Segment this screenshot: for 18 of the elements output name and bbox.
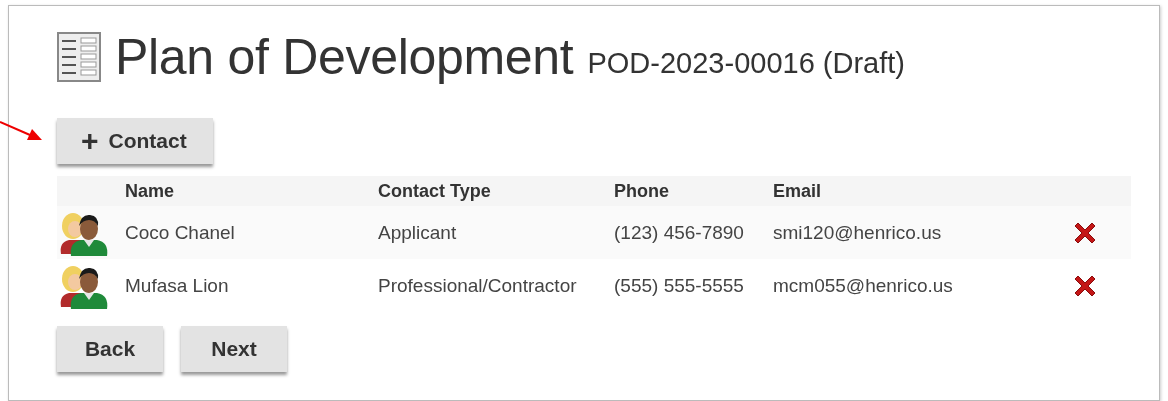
page-title: Plan of Development (115, 28, 574, 86)
form-icon (57, 32, 101, 82)
column-header: Name (125, 180, 176, 202)
nav-button[interactable]: Next (181, 326, 287, 372)
table-cell-text: mcm055@henrico.us (773, 274, 954, 297)
nav-button[interactable]: Back (57, 326, 163, 372)
table-cell-text: Applicant (378, 221, 458, 244)
table-cell-text: smi120@henrico.us (773, 221, 943, 244)
table-cell-text: Professional/Contractor (378, 274, 578, 297)
table-cell-text: (555) 555-5555 (614, 274, 745, 297)
column-header: Email (773, 180, 823, 202)
table-cell-text: (123) 456-7890 (614, 221, 745, 244)
table-cell-text: Coco Chanel (125, 221, 236, 244)
add-contact-button[interactable]: + Contact (57, 118, 213, 164)
column-header: Contact Type (378, 180, 492, 202)
column-header: Phone (614, 180, 670, 202)
record-id: POD-2023-00016 (Draft) (587, 46, 905, 80)
table-cell-text: Mufasa Lion (125, 274, 230, 297)
